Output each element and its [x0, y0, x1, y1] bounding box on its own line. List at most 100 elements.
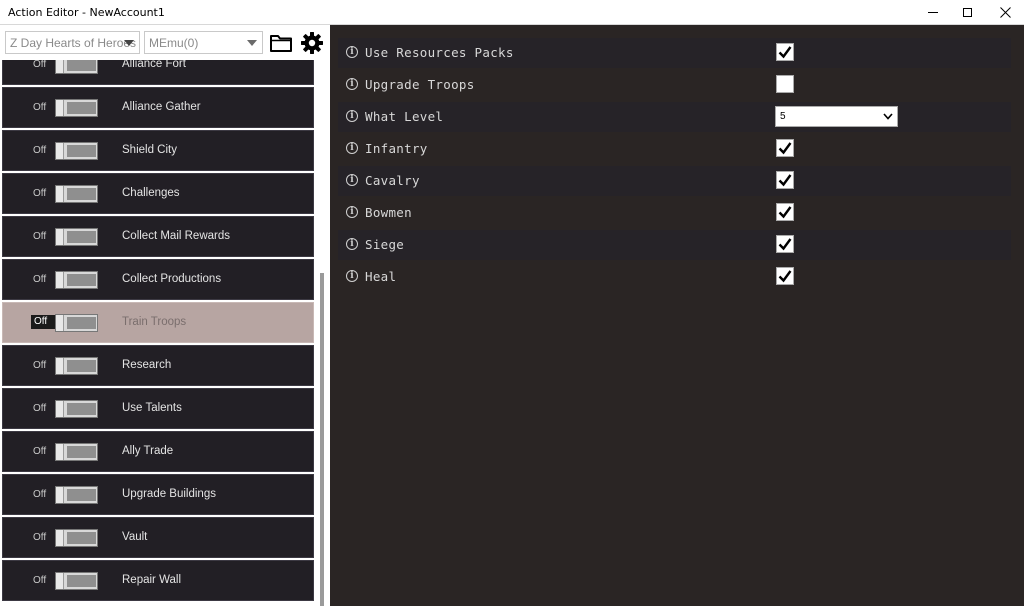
heal-checkbox[interactable]: [776, 267, 794, 285]
toggle-switch[interactable]: [55, 443, 98, 461]
toggle-knob: [56, 229, 64, 245]
siege-checkbox[interactable]: [776, 235, 794, 253]
open-folder-button[interactable]: [269, 31, 293, 55]
toggle-state-label: Off: [33, 360, 47, 371]
toggle-knob: [56, 487, 64, 503]
action-item-vault[interactable]: Off Vault: [2, 517, 314, 558]
action-item-challenges[interactable]: Off Challenges: [2, 173, 314, 214]
action-item-label: Upgrade Buildings: [122, 488, 216, 500]
toggle-track: [67, 102, 96, 114]
action-item-label: Vault: [122, 531, 148, 543]
setting-row-infantry: i Infantry: [338, 134, 1011, 164]
info-icon[interactable]: i: [346, 238, 358, 250]
action-item-alliance-gather[interactable]: Off Alliance Gather: [2, 87, 314, 128]
toggle-knob: [56, 315, 64, 331]
toggle-state-label: Off: [33, 231, 47, 242]
toggle-state-label: Off: [33, 102, 47, 113]
setting-row-what-level: i What Level 5: [338, 102, 1011, 132]
info-icon[interactable]: i: [346, 110, 358, 122]
setting-row-siege: i Siege: [338, 230, 1011, 260]
info-icon[interactable]: i: [346, 174, 358, 186]
toggle-track: [67, 188, 96, 200]
action-item-research[interactable]: Off Research: [2, 345, 314, 386]
setting-label: Upgrade Troops: [365, 77, 475, 92]
game-select-value: Z Day Hearts of Heroes: [10, 35, 137, 50]
info-icon[interactable]: i: [346, 142, 358, 154]
setting-row-upgrade-troops: i Upgrade Troops: [338, 70, 1011, 100]
toggle-state-label: Off: [31, 315, 55, 329]
toggle-track: [67, 231, 96, 243]
toggle-switch[interactable]: [55, 529, 98, 547]
action-item-shield-city[interactable]: Off Shield City: [2, 130, 314, 171]
toggle-knob: [56, 60, 64, 73]
toggle-track: [67, 489, 96, 501]
cavalry-checkbox[interactable]: [776, 171, 794, 189]
toggle-switch[interactable]: [55, 271, 98, 289]
info-icon[interactable]: i: [346, 270, 358, 282]
action-item-label: Research: [122, 359, 172, 371]
action-item-repair-wall[interactable]: Off Repair Wall: [2, 560, 314, 601]
minimize-button[interactable]: [916, 0, 950, 25]
action-item-alliance-fort[interactable]: Off Alliance Fort: [2, 60, 314, 85]
action-list-panel: Z Day Hearts of Heroes MEmu(0) Off Allia…: [0, 25, 330, 606]
info-icon[interactable]: i: [346, 46, 358, 58]
action-item-label: Collect Productions: [122, 273, 222, 285]
toggle-track: [67, 360, 96, 372]
toggle-switch[interactable]: [55, 572, 98, 590]
action-item-label: Challenges: [122, 187, 180, 199]
toggle-switch[interactable]: [55, 400, 98, 418]
toggle-knob: [56, 401, 64, 417]
toggle-knob: [56, 100, 64, 116]
toggle-switch[interactable]: [55, 185, 98, 203]
toggle-state-label: Off: [33, 60, 47, 70]
window-title: Action Editor - NewAccount1: [8, 6, 165, 19]
toggle-switch[interactable]: [55, 357, 98, 375]
chevron-down-icon: [124, 40, 134, 46]
action-item-collect-mail-rewards[interactable]: Off Collect Mail Rewards: [2, 216, 314, 257]
toggle-knob: [56, 358, 64, 374]
infantry-checkbox[interactable]: [776, 139, 794, 157]
setting-row-cavalry: i Cavalry: [338, 166, 1011, 196]
toggle-switch[interactable]: [55, 228, 98, 246]
upgrade-troops-checkbox[interactable]: [776, 75, 794, 93]
action-item-collect-productions[interactable]: Off Collect Productions: [2, 259, 314, 300]
close-button[interactable]: [988, 0, 1022, 25]
action-list: Off Alliance Fort Off Alliance Gather Of…: [0, 60, 316, 606]
maximize-button[interactable]: [950, 0, 984, 25]
setting-label: Use Resources Packs: [365, 45, 514, 60]
action-item-label: Use Talents: [122, 402, 182, 414]
info-icon[interactable]: i: [346, 78, 358, 90]
title-bar: Action Editor - NewAccount1: [0, 0, 1024, 25]
list-scrollbar[interactable]: [320, 273, 324, 606]
emulator-select[interactable]: MEmu(0): [144, 31, 263, 54]
action-item-label: Alliance Fort: [122, 60, 186, 70]
checkmark-icon: [778, 238, 792, 251]
toggle-track: [67, 274, 96, 286]
toggle-switch[interactable]: [55, 60, 98, 74]
settings-button[interactable]: [300, 31, 324, 55]
level-select[interactable]: 5: [775, 106, 898, 127]
chevron-down-icon: [247, 40, 257, 46]
action-item-use-talents[interactable]: Off Use Talents: [2, 388, 314, 429]
action-item-label: Alliance Gather: [122, 101, 201, 113]
toggle-switch[interactable]: [55, 314, 98, 332]
game-select[interactable]: Z Day Hearts of Heroes: [5, 31, 140, 54]
toggle-knob: [56, 530, 64, 546]
action-item-upgrade-buildings[interactable]: Off Upgrade Buildings: [2, 474, 314, 515]
action-item-label: Train Troops: [122, 316, 187, 328]
toggle-switch[interactable]: [55, 99, 98, 117]
use-resources-packs-checkbox[interactable]: [776, 43, 794, 61]
info-icon[interactable]: i: [346, 206, 358, 218]
setting-label: Siege: [365, 237, 405, 252]
bowmen-checkbox[interactable]: [776, 203, 794, 221]
action-item-ally-trade[interactable]: Off Ally Trade: [2, 431, 314, 472]
toggle-switch[interactable]: [55, 142, 98, 160]
toggle-knob: [56, 444, 64, 460]
toggle-switch[interactable]: [55, 486, 98, 504]
toggle-knob: [56, 143, 64, 159]
toggle-knob: [56, 186, 64, 202]
setting-label: Heal: [365, 269, 397, 284]
action-item-label: Shield City: [122, 144, 177, 156]
toggle-knob: [56, 573, 64, 589]
action-item-train-troops[interactable]: Off Train Troops: [2, 302, 314, 343]
